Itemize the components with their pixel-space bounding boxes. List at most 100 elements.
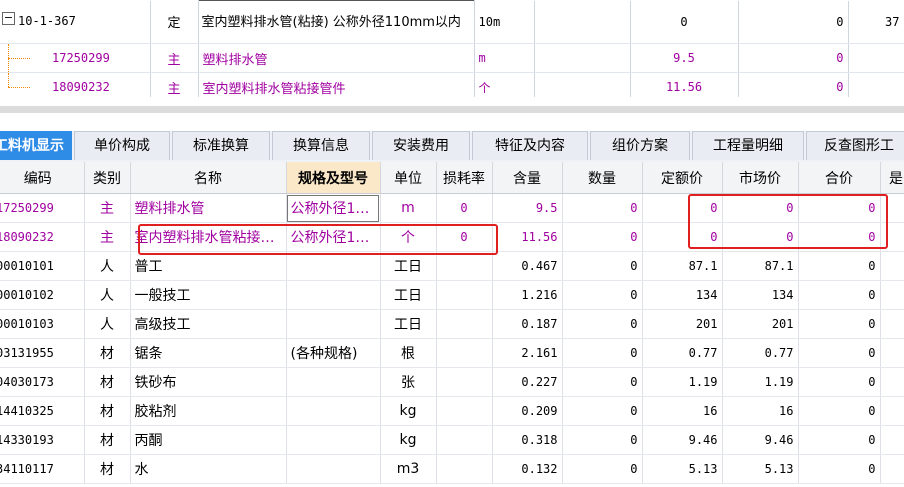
row-code: 00010103 (0, 309, 85, 339)
row-quota-price: 0 (642, 193, 723, 223)
tab-features-content[interactable]: 特征及内容 (472, 131, 588, 160)
row-content: 1.216 (492, 280, 563, 310)
row-flag[interactable] (880, 280, 904, 310)
tab-quantity-detail[interactable]: 工程量明细 (692, 131, 804, 160)
table-row[interactable]: 14330193 材丙酮 kg 0.318 0 9.46 9.46 0 (0, 425, 904, 455)
row-unit: 个 (380, 222, 437, 252)
table-row[interactable]: 14410325 材胶粘剂 kg 0.209 0 16 16 0 (0, 396, 904, 426)
panel-splitter[interactable] (0, 97, 904, 119)
row-unit: 工日 (380, 251, 437, 281)
row-unit: kg (380, 396, 437, 426)
row-spec[interactable] (286, 425, 381, 455)
col-quota-price[interactable]: 定额价 (642, 162, 723, 194)
row-flag[interactable] (880, 425, 904, 455)
table-row[interactable]: 00010101 人普工 工日 0.467 0 87.1 87.1 0 (0, 251, 904, 281)
row-loss-rate[interactable] (436, 367, 493, 397)
row-loss-rate[interactable] (436, 280, 493, 310)
row-spec[interactable] (286, 367, 381, 397)
table-row[interactable]: 00010103 人高级技工 工日 0.187 0 201 201 0 (0, 309, 904, 339)
row-name: 丙酮 (130, 425, 287, 455)
row-loss-rate[interactable]: 0 (436, 193, 493, 223)
row-quota-price: 134 (642, 280, 723, 310)
row-market-price[interactable]: 0.77 (722, 338, 799, 368)
col-content[interactable]: 含量 (492, 162, 563, 194)
tab-conversion-info[interactable]: 换算信息 (272, 131, 370, 160)
row-name: 塑料排水管 (130, 193, 287, 223)
col-flag[interactable]: 是 (880, 162, 904, 194)
tab-installation-fee[interactable]: 安装费用 (372, 131, 470, 160)
quota-item-grid: − 10-1-367 定 室内塑料排水管(粘接) 公称外径110mm以内 10m… (0, 0, 904, 102)
row-flag[interactable] (880, 222, 904, 252)
row-loss-rate[interactable] (436, 396, 493, 426)
quota-code-cell[interactable]: − 10-1-367 (0, 0, 151, 44)
row-total: 0 (798, 367, 881, 397)
row-market-price[interactable]: 16 (722, 396, 799, 426)
row-loss-rate[interactable] (436, 454, 493, 484)
row-category: 人 (84, 251, 131, 281)
row-flag[interactable] (880, 338, 904, 368)
tab-unit-price-composition[interactable]: 单价构成 (74, 131, 170, 160)
row-spec[interactable] (286, 454, 381, 484)
tab-reverse-lookup-graphics[interactable]: 反查图形工 (806, 131, 904, 160)
row-market-price[interactable]: 5.13 (722, 454, 799, 484)
quota-name-editor[interactable]: 室内塑料排水管(粘接) 公称外径110mm以内 (197, 0, 475, 44)
col-quantity[interactable]: 数量 (562, 162, 643, 194)
row-code: 17250299 (0, 193, 85, 223)
main-material-row[interactable]: 17250299 主 塑料排水管 m 9.5 0 (0, 43, 904, 73)
row-total: 0 (798, 425, 881, 455)
row-spec[interactable] (286, 251, 381, 281)
row-flag[interactable] (880, 367, 904, 397)
tab-standard-conversion[interactable]: 标准换算 (172, 131, 270, 160)
row-market-price[interactable]: 87.1 (722, 251, 799, 281)
row-content: 0.318 (492, 425, 563, 455)
row-flag[interactable] (880, 251, 904, 281)
row-market-price[interactable]: 201 (722, 309, 799, 339)
row-flag[interactable] (880, 309, 904, 339)
tab-pricing-scheme[interactable]: 组价方案 (590, 131, 690, 160)
col-name[interactable]: 名称 (130, 162, 287, 194)
row-code: 03131955 (0, 338, 85, 368)
material-qty: 9.5 (630, 43, 739, 73)
row-spec[interactable]: (各种规格) (286, 338, 381, 368)
row-content: 9.5 (492, 193, 563, 223)
row-flag[interactable] (880, 193, 904, 223)
row-market-price[interactable]: 9.46 (722, 425, 799, 455)
row-market-price[interactable]: 1.19 (722, 367, 799, 397)
row-unit: 工日 (380, 280, 437, 310)
row-content: 0.187 (492, 309, 563, 339)
col-unit[interactable]: 单位 (380, 162, 437, 194)
collapse-toggle-icon[interactable]: − (2, 11, 15, 25)
row-flag[interactable] (880, 454, 904, 484)
row-spec[interactable] (286, 309, 381, 339)
row-loss-rate[interactable] (436, 425, 493, 455)
table-row[interactable]: 03131955 材锯条 (各种规格) 根 2.161 0 0.77 0.77 0 (0, 338, 904, 368)
row-loss-rate[interactable]: 0 (436, 222, 493, 252)
col-spec[interactable]: 规格及型号 (286, 162, 381, 194)
row-spec[interactable] (286, 280, 381, 310)
quota-c7: 37 (848, 0, 904, 44)
row-market-price[interactable]: 134 (722, 280, 799, 310)
row-code: 34110117 (0, 454, 85, 484)
table-row[interactable]: 17250299 主塑料排水管 公称外径1… m 0 9.5 0 0 0 0 (0, 193, 904, 223)
table-row[interactable]: 00010102 人一般技工 工日 1.216 0 134 134 0 (0, 280, 904, 310)
table-row[interactable]: 18090232 主室内塑料排水管粘接… 公称外径1… 个 0 11.56 0 0 0 0 (0, 222, 904, 252)
row-loss-rate[interactable] (436, 338, 493, 368)
col-code[interactable]: 编码 (0, 162, 85, 194)
tab-labor-material-machine[interactable]: 工料机显示 (0, 131, 72, 160)
col-total[interactable]: 合价 (798, 162, 881, 194)
row-spec[interactable]: 公称外径1… (286, 222, 381, 252)
row-flag[interactable] (880, 396, 904, 426)
col-market-price[interactable]: 市场价 (722, 162, 799, 194)
row-unit: m3 (380, 454, 437, 484)
table-row[interactable]: 34110117 材水 m3 0.132 0 5.13 5.13 0 (0, 454, 904, 484)
row-market-price[interactable]: 0 (722, 193, 799, 223)
table-row[interactable]: 04030173 材铁砂布张 0.227 0 1.19 1.19 0 (0, 367, 904, 397)
row-loss-rate[interactable] (436, 309, 493, 339)
row-loss-rate[interactable] (436, 251, 493, 281)
row-market-price[interactable]: 0 (722, 222, 799, 252)
row-spec[interactable]: 公称外径1… (286, 193, 381, 223)
col-loss-rate[interactable]: 损耗率 (436, 162, 493, 194)
row-spec[interactable] (286, 396, 381, 426)
col-category[interactable]: 类别 (84, 162, 131, 194)
quota-row[interactable]: − 10-1-367 定 室内塑料排水管(粘接) 公称外径110mm以内 10m… (0, 0, 904, 44)
